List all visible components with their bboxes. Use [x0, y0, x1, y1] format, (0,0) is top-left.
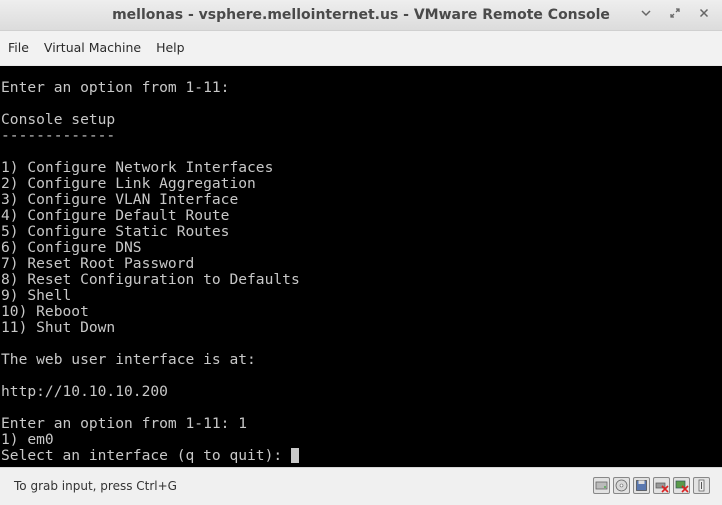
usb-disconnected-icon[interactable]: [653, 477, 670, 494]
console-line: Console setup: [1, 111, 116, 128]
device-tray: [593, 477, 710, 494]
console-line: The web user interface is at:: [1, 351, 256, 368]
console-line: 7) Reset Root Password: [1, 255, 195, 272]
close-icon: [698, 7, 710, 23]
console-line: Enter an option from 1-11: 1: [1, 415, 248, 432]
maximize-button[interactable]: [665, 5, 685, 25]
console-prompt: Select an interface (q to quit):: [1, 447, 283, 464]
console-prompt-line: Select an interface (q to quit):: [1, 448, 300, 464]
console-line: 3) Configure VLAN Interface: [1, 191, 239, 208]
console-line: 5) Configure Static Routes: [1, 223, 230, 240]
console-line: -------------: [1, 127, 116, 144]
restore-icon: [669, 7, 681, 23]
menu-virtual-machine[interactable]: Virtual Machine: [37, 31, 148, 65]
minimize-icon: [640, 7, 652, 23]
text-cursor: [291, 448, 300, 463]
close-button[interactable]: [694, 5, 714, 25]
minimize-button[interactable]: [636, 5, 656, 25]
console-line: 10) Reboot: [1, 303, 89, 320]
console-line: 1) Configure Network Interfaces: [1, 159, 274, 176]
vm-console[interactable]: Enter an option from 1-11: Console setup -…: [0, 66, 722, 467]
console-line: http://10.10.10.200: [1, 383, 168, 400]
title-bar[interactable]: mellonas - vsphere.mellointernet.us - VM…: [0, 0, 722, 31]
menu-bar: File Virtual Machine Help: [0, 31, 722, 65]
menu-help[interactable]: Help: [149, 31, 192, 65]
grab-input-hint: To grab input, press Ctrl+G: [14, 479, 177, 493]
sound-icon[interactable]: [693, 477, 710, 494]
console-line: 2) Configure Link Aggregation: [1, 175, 256, 192]
console-line: Enter an option from 1-11:: [1, 79, 230, 96]
console-line: 9) Shell: [1, 287, 72, 304]
console-line: 6) Configure DNS: [1, 239, 142, 256]
console-line: 8) Reset Configuration to Defaults: [1, 271, 300, 288]
status-bar: To grab input, press Ctrl+G: [0, 467, 722, 505]
console-text: Enter an option from 1-11: Console setup -…: [1, 80, 300, 464]
console-line: 4) Configure Default Route: [1, 207, 230, 224]
menu-file[interactable]: File: [1, 31, 36, 65]
hard-disk-icon[interactable]: [593, 477, 610, 494]
cd-drive-icon[interactable]: [613, 477, 630, 494]
floppy-icon[interactable]: [633, 477, 650, 494]
network-disconnected-icon[interactable]: [673, 477, 690, 494]
console-line: 11) Shut Down: [1, 319, 116, 336]
window-title: mellonas - vsphere.mellointernet.us - VM…: [112, 7, 610, 23]
console-line: 1) em0: [1, 431, 54, 448]
